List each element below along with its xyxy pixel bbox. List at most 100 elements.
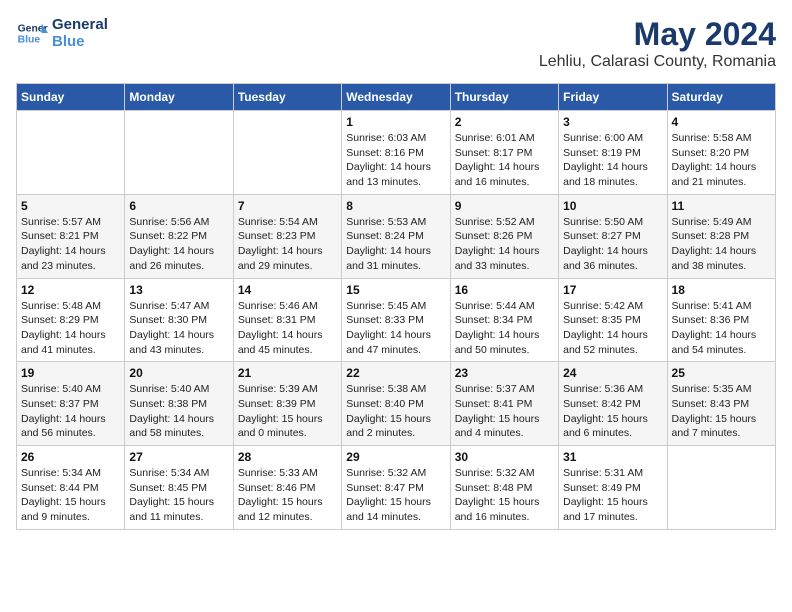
day-info: Sunrise: 5:31 AM Sunset: 8:49 PM Dayligh… (563, 466, 662, 525)
weekday-header-saturday: Saturday (667, 84, 775, 111)
day-number: 6 (129, 199, 228, 213)
day-info: Sunrise: 5:45 AM Sunset: 8:33 PM Dayligh… (346, 299, 445, 358)
day-info: Sunrise: 5:34 AM Sunset: 8:44 PM Dayligh… (21, 466, 120, 525)
day-info: Sunrise: 5:35 AM Sunset: 8:43 PM Dayligh… (672, 382, 771, 441)
calendar-week-row: 1Sunrise: 6:03 AM Sunset: 8:16 PM Daylig… (17, 111, 776, 195)
day-number: 5 (21, 199, 120, 213)
calendar-cell (125, 111, 233, 195)
day-number: 25 (672, 366, 771, 380)
calendar-cell: 27 Sunrise: 5:34 AM Sunset: 8:45 PM Dayli… (125, 446, 233, 530)
calendar-cell: 7Sunrise: 5:54 AM Sunset: 8:23 PM Daylig… (233, 194, 341, 278)
calendar-cell: 11Sunrise: 5:49 AM Sunset: 8:28 PM Dayli… (667, 194, 775, 278)
calendar-body: 1Sunrise: 6:03 AM Sunset: 8:16 PM Daylig… (17, 111, 776, 530)
calendar-cell: 8Sunrise: 5:53 AM Sunset: 8:24 PM Daylig… (342, 194, 450, 278)
month-year-title: May 2024 (539, 16, 776, 53)
day-info: Sunrise: 5:58 AM Sunset: 8:20 PM Dayligh… (672, 131, 771, 190)
calendar-cell: 23 Sunrise: 5:37 AM Sunset: 8:41 PM Dayli… (450, 362, 558, 446)
day-info: Sunrise: 5:36 AM Sunset: 8:42 PM Dayligh… (563, 382, 662, 441)
calendar-header-row: SundayMondayTuesdayWednesdayThursdayFrid… (17, 84, 776, 111)
day-number: 10 (563, 199, 662, 213)
day-info: Sunrise: 5:42 AM Sunset: 8:35 PM Dayligh… (563, 299, 662, 358)
calendar-cell: 12Sunrise: 5:48 AM Sunset: 8:29 PM Dayli… (17, 278, 125, 362)
day-number: 2 (455, 115, 554, 129)
calendar-cell: 28Sunrise: 5:33 AM Sunset: 8:46 PM Dayli… (233, 446, 341, 530)
svg-text:Blue: Blue (18, 35, 41, 46)
calendar-week-row: 19 Sunrise: 5:40 AM Sunset: 8:37 PM Dayli… (17, 362, 776, 446)
day-number: 21 (238, 366, 337, 380)
day-number: 20 (129, 366, 228, 380)
day-number: 9 (455, 199, 554, 213)
day-info: Sunrise: 6:00 AM Sunset: 8:19 PM Dayligh… (563, 131, 662, 190)
day-info: Sunrise: 5:53 AM Sunset: 8:24 PM Dayligh… (346, 215, 445, 274)
calendar-cell: 24 Sunrise: 5:36 AM Sunset: 8:42 PM Dayli… (559, 362, 667, 446)
day-info: Sunrise: 5:33 AM Sunset: 8:46 PM Dayligh… (238, 466, 337, 525)
day-number: 29 (346, 450, 445, 464)
day-number: 31 (563, 450, 662, 464)
day-info: Sunrise: 5:56 AM Sunset: 8:22 PM Dayligh… (129, 215, 228, 274)
day-info: Sunrise: 5:32 AM Sunset: 8:48 PM Dayligh… (455, 466, 554, 525)
day-number: 14 (238, 283, 337, 297)
day-info: Sunrise: 6:01 AM Sunset: 8:17 PM Dayligh… (455, 131, 554, 190)
day-info: Sunrise: 5:44 AM Sunset: 8:34 PM Dayligh… (455, 299, 554, 358)
calendar-cell: 16 Sunrise: 5:44 AM Sunset: 8:34 PM Dayli… (450, 278, 558, 362)
day-info: Sunrise: 5:52 AM Sunset: 8:26 PM Dayligh… (455, 215, 554, 274)
day-number: 26 (21, 450, 120, 464)
calendar-cell: 9 Sunrise: 5:52 AM Sunset: 8:26 PM Daylig… (450, 194, 558, 278)
day-number: 3 (563, 115, 662, 129)
calendar-cell: 3 Sunrise: 6:00 AM Sunset: 8:19 PM Daylig… (559, 111, 667, 195)
calendar-cell: 6 Sunrise: 5:56 AM Sunset: 8:22 PM Daylig… (125, 194, 233, 278)
day-info: Sunrise: 5:50 AM Sunset: 8:27 PM Dayligh… (563, 215, 662, 274)
day-info: Sunrise: 5:39 AM Sunset: 8:39 PM Dayligh… (238, 382, 337, 441)
day-info: Sunrise: 5:54 AM Sunset: 8:23 PM Dayligh… (238, 215, 337, 274)
logo: General Blue General Blue (16, 16, 108, 50)
calendar-cell: 29 Sunrise: 5:32 AM Sunset: 8:47 PM Dayli… (342, 446, 450, 530)
calendar-cell: 13Sunrise: 5:47 AM Sunset: 8:30 PM Dayli… (125, 278, 233, 362)
logo-line1: General (52, 16, 108, 33)
calendar-cell: 17Sunrise: 5:42 AM Sunset: 8:35 PM Dayli… (559, 278, 667, 362)
day-number: 22 (346, 366, 445, 380)
day-number: 27 (129, 450, 228, 464)
calendar-cell: 26 Sunrise: 5:34 AM Sunset: 8:44 PM Dayli… (17, 446, 125, 530)
day-info: Sunrise: 5:40 AM Sunset: 8:37 PM Dayligh… (21, 382, 120, 441)
weekday-header-sunday: Sunday (17, 84, 125, 111)
calendar-cell: 18 Sunrise: 5:41 AM Sunset: 8:36 PM Dayli… (667, 278, 775, 362)
day-info: Sunrise: 5:37 AM Sunset: 8:41 PM Dayligh… (455, 382, 554, 441)
calendar-cell: 19 Sunrise: 5:40 AM Sunset: 8:37 PM Dayli… (17, 362, 125, 446)
day-number: 30 (455, 450, 554, 464)
day-number: 4 (672, 115, 771, 129)
page-header: General Blue General Blue May 2024 Lehli… (16, 16, 776, 71)
day-number: 12 (21, 283, 120, 297)
day-number: 23 (455, 366, 554, 380)
calendar-cell (667, 446, 775, 530)
weekday-header-thursday: Thursday (450, 84, 558, 111)
day-number: 15 (346, 283, 445, 297)
day-info: Sunrise: 5:34 AM Sunset: 8:45 PM Dayligh… (129, 466, 228, 525)
day-number: 19 (21, 366, 120, 380)
day-info: Sunrise: 5:41 AM Sunset: 8:36 PM Dayligh… (672, 299, 771, 358)
day-number: 1 (346, 115, 445, 129)
calendar-cell: 5 Sunrise: 5:57 AM Sunset: 8:21 PM Daylig… (17, 194, 125, 278)
day-info: Sunrise: 5:57 AM Sunset: 8:21 PM Dayligh… (21, 215, 120, 274)
day-number: 11 (672, 199, 771, 213)
calendar-cell: 31 Sunrise: 5:31 AM Sunset: 8:49 PM Dayli… (559, 446, 667, 530)
calendar-cell: 20Sunrise: 5:40 AM Sunset: 8:38 PM Dayli… (125, 362, 233, 446)
calendar-week-row: 5 Sunrise: 5:57 AM Sunset: 8:21 PM Daylig… (17, 194, 776, 278)
calendar-cell: 21 Sunrise: 5:39 AM Sunset: 8:39 PM Dayli… (233, 362, 341, 446)
calendar-cell: 10 Sunrise: 5:50 AM Sunset: 8:27 PM Dayli… (559, 194, 667, 278)
location-subtitle: Lehliu, Calarasi County, Romania (539, 53, 776, 71)
weekday-header-monday: Monday (125, 84, 233, 111)
day-number: 24 (563, 366, 662, 380)
day-info: Sunrise: 5:38 AM Sunset: 8:40 PM Dayligh… (346, 382, 445, 441)
logo-line2: Blue (52, 33, 108, 50)
weekday-header-wednesday: Wednesday (342, 84, 450, 111)
calendar-week-row: 26 Sunrise: 5:34 AM Sunset: 8:44 PM Dayli… (17, 446, 776, 530)
calendar-cell (17, 111, 125, 195)
calendar-cell: 30 Sunrise: 5:32 AM Sunset: 8:48 PM Dayli… (450, 446, 558, 530)
calendar-cell: 1Sunrise: 6:03 AM Sunset: 8:16 PM Daylig… (342, 111, 450, 195)
day-info: Sunrise: 5:32 AM Sunset: 8:47 PM Dayligh… (346, 466, 445, 525)
calendar-cell: 25 Sunrise: 5:35 AM Sunset: 8:43 PM Dayli… (667, 362, 775, 446)
calendar-table: SundayMondayTuesdayWednesdayThursdayFrid… (16, 83, 776, 530)
calendar-cell: 2 Sunrise: 6:01 AM Sunset: 8:17 PM Daylig… (450, 111, 558, 195)
day-number: 16 (455, 283, 554, 297)
day-number: 18 (672, 283, 771, 297)
